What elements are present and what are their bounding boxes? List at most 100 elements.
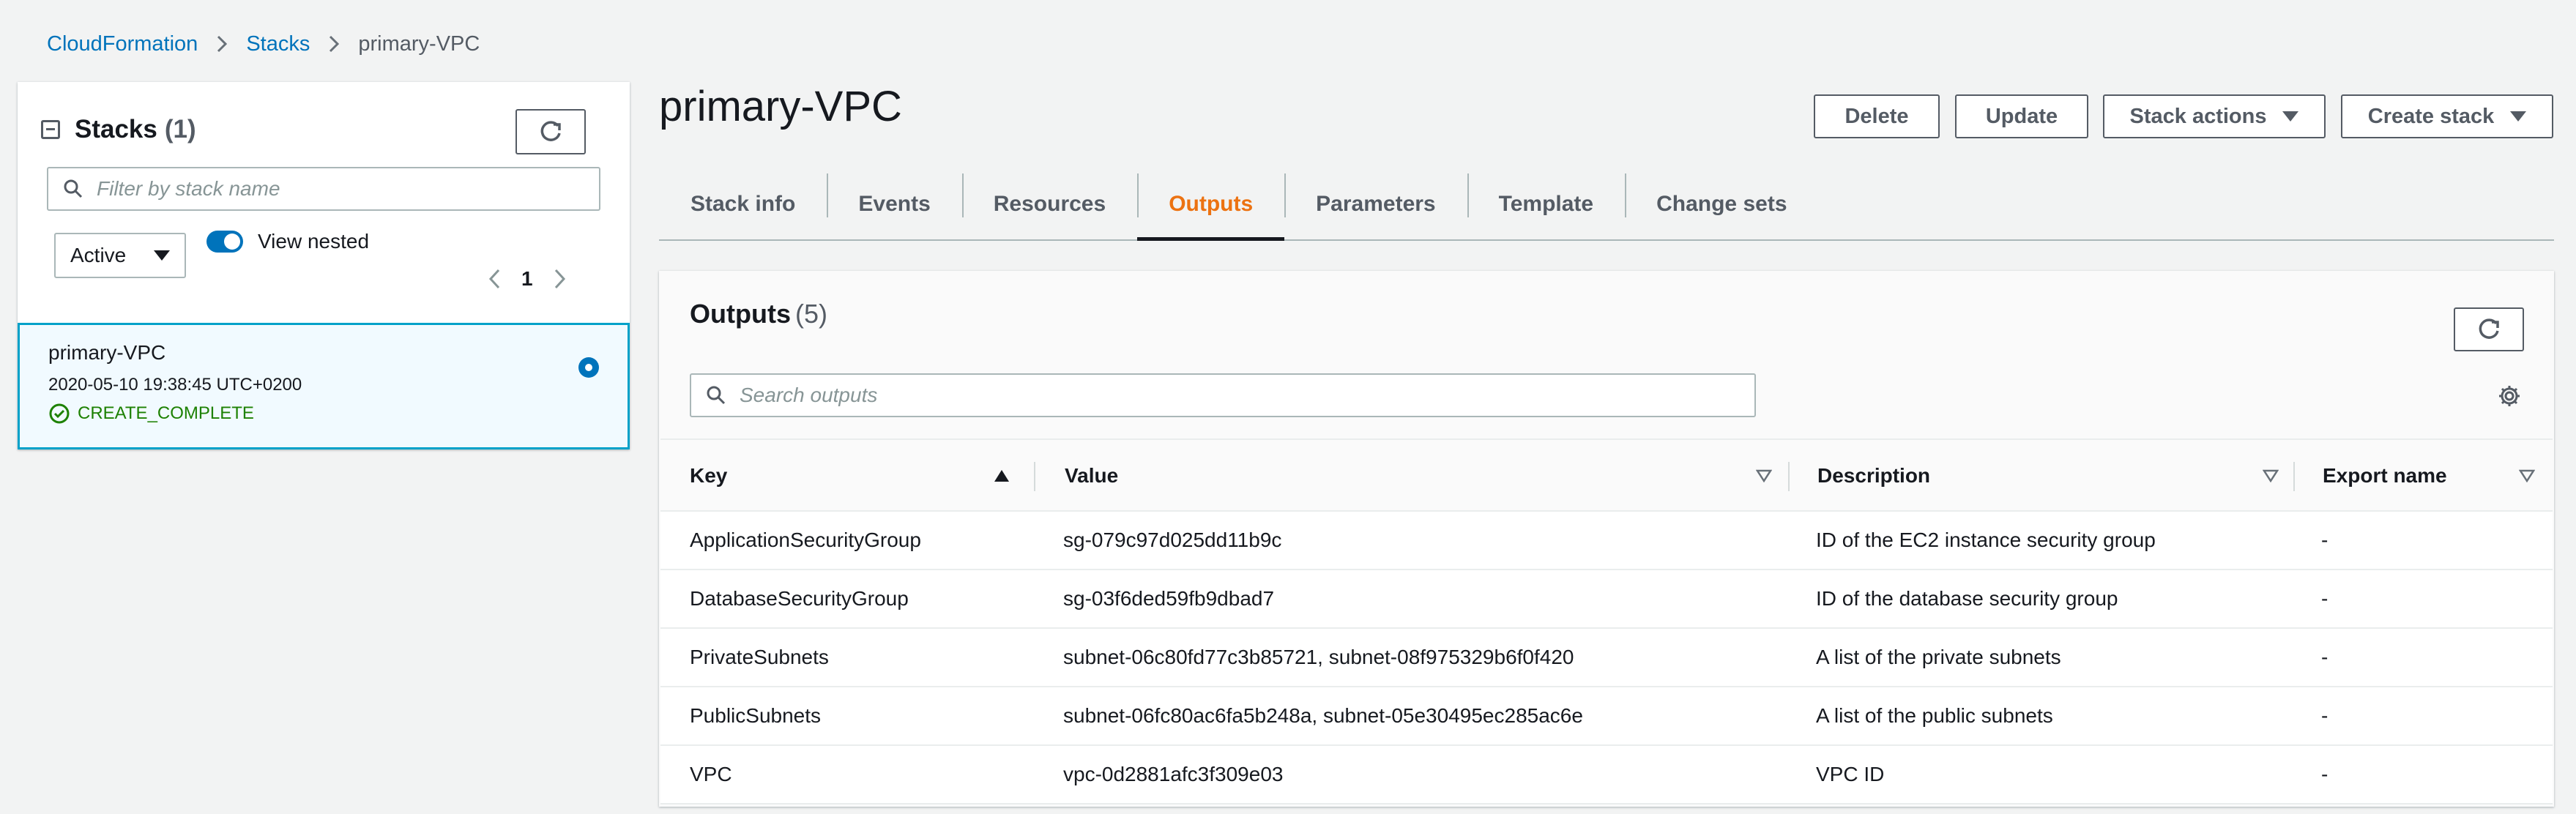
page-number[interactable]: 1 — [521, 267, 533, 291]
tab-outputs[interactable]: Outputs — [1137, 169, 1285, 241]
output-value: subnet-06c80fd77c3b85721, subnet-08f9753… — [1063, 646, 1574, 668]
column-divider — [1788, 462, 1790, 491]
create-stack-button[interactable]: Create stack — [2341, 94, 2553, 138]
chevron-left-icon — [488, 269, 500, 289]
output-export-name: - — [2321, 529, 2329, 551]
output-key: ApplicationSecurityGroup — [690, 529, 921, 551]
output-description: ID of the database security group — [1816, 587, 2118, 610]
tab-template[interactable]: Template — [1467, 169, 1625, 239]
table-row: PrivateSubnets subnet-06c80fd77c3b85721,… — [660, 629, 2553, 687]
breadcrumb-link-stacks[interactable]: Stacks — [246, 32, 310, 56]
column-header-description[interactable]: Description — [1817, 440, 2279, 512]
stack-filter-input[interactable] — [97, 177, 599, 201]
stacks-panel-header: Stacks (1) — [41, 111, 196, 148]
column-divider — [1034, 462, 1035, 491]
column-header-value[interactable]: Value — [1065, 440, 1772, 512]
output-key: DatabaseSecurityGroup — [690, 587, 909, 610]
breadcrumb: CloudFormation Stacks primary-VPC — [47, 29, 480, 59]
output-key: PublicSubnets — [690, 704, 822, 727]
output-description: A list of the public subnets — [1816, 704, 2053, 727]
output-key: VPC — [690, 763, 732, 785]
chevron-right-icon — [217, 35, 228, 53]
status-filter-value: Active — [70, 244, 127, 266]
table-row: VPC vpc-0d2881afc3f309e03 VPC ID - — [660, 746, 2553, 804]
sort-icon — [2519, 469, 2535, 482]
page-title: primary-VPC — [659, 83, 902, 130]
outputs-title: Outputs — [690, 299, 791, 329]
output-description: VPC ID — [1816, 763, 1885, 785]
stack-actions-button[interactable]: Stack actions — [2103, 94, 2326, 138]
tab-stack-info[interactable]: Stack info — [659, 169, 827, 239]
tab-events[interactable]: Events — [827, 169, 961, 239]
stack-status: CREATE_COMPLETE — [48, 403, 254, 425]
refresh-icon — [540, 121, 561, 141]
view-nested-toggle[interactable] — [206, 231, 243, 253]
sort-ascending-icon — [994, 470, 1009, 482]
stack-detail-tabs: Stack info Events Resources Outputs Para… — [659, 169, 2554, 241]
column-export-label: Export name — [2323, 464, 2447, 487]
tab-parameters[interactable]: Parameters — [1284, 169, 1467, 239]
status-filter-select[interactable]: Active — [54, 233, 186, 278]
update-button[interactable]: Update — [1955, 94, 2088, 138]
outputs-table-body: ApplicationSecurityGroup sg-079c97d025dd… — [660, 512, 2553, 804]
output-key: PrivateSubnets — [690, 646, 829, 668]
view-nested-label: View nested — [258, 230, 370, 253]
gear-icon — [2499, 386, 2520, 406]
output-description: ID of the EC2 instance security group — [1816, 529, 2156, 551]
sort-icon — [2263, 469, 2279, 482]
toggle-knob — [224, 234, 240, 250]
output-export-name: - — [2321, 763, 2329, 785]
breadcrumb-link-cloudformation[interactable]: CloudFormation — [47, 32, 198, 56]
outputs-count: (5) — [794, 299, 827, 329]
tab-change-sets[interactable]: Change sets — [1625, 169, 1818, 239]
stack-created-time: 2020-05-10 19:38:45 UTC+0200 — [48, 375, 302, 395]
outputs-search-field[interactable] — [690, 373, 1756, 417]
refresh-outputs-button[interactable] — [2454, 307, 2524, 351]
stack-actions-label: Stack actions — [2129, 104, 2267, 128]
table-row: PublicSubnets subnet-06fc80ac6fa5b248a, … — [660, 687, 2553, 746]
refresh-stacks-button[interactable] — [515, 109, 586, 154]
stack-status-text: CREATE_COMPLETE — [78, 403, 254, 423]
stack-select-radio[interactable] — [578, 357, 599, 378]
output-export-name: - — [2321, 646, 2329, 668]
table-row: DatabaseSecurityGroup sg-03f6ded59fb9dba… — [660, 570, 2553, 629]
outputs-search-input[interactable] — [740, 384, 1754, 407]
chevron-right-icon — [554, 269, 565, 289]
table-row: ApplicationSecurityGroup sg-079c97d025dd… — [660, 512, 2553, 570]
outputs-header: Outputs (5) — [690, 299, 827, 329]
output-description: A list of the private subnets — [1816, 646, 2061, 668]
column-header-key[interactable]: Key — [690, 440, 1009, 512]
chevron-right-icon — [329, 35, 340, 53]
output-value: sg-079c97d025dd11b9c — [1063, 529, 1282, 551]
caret-down-icon — [154, 250, 170, 261]
table-preferences-button[interactable] — [2497, 384, 2522, 408]
output-export-name: - — [2321, 587, 2329, 610]
refresh-icon — [2479, 318, 2499, 339]
check-circle-icon — [49, 403, 70, 424]
pagination: 1 — [488, 264, 567, 294]
next-page-button[interactable] — [554, 268, 567, 290]
output-value: sg-03f6ded59fb9dbad7 — [1063, 587, 1275, 610]
column-value-label: Value — [1065, 464, 1119, 487]
output-value: subnet-06fc80ac6fa5b248a, subnet-05e3049… — [1063, 704, 1583, 727]
column-header-export-name[interactable]: Export name — [2323, 440, 2535, 512]
outputs-table-header: Key Value Description Export name — [660, 438, 2553, 512]
search-icon — [64, 179, 83, 198]
stack-name: primary-VPC — [48, 341, 166, 364]
search-icon — [707, 386, 726, 405]
collapse-panel-icon[interactable] — [41, 120, 60, 139]
stacks-panel-title: Stacks — [75, 115, 157, 143]
column-description-label: Description — [1817, 464, 1931, 487]
create-stack-label: Create stack — [2367, 104, 2495, 128]
column-divider — [2293, 462, 2295, 491]
tab-resources[interactable]: Resources — [961, 169, 1137, 239]
stacks-count: (1) — [164, 115, 196, 143]
radio-dot — [585, 364, 592, 371]
previous-page-button[interactable] — [488, 268, 501, 290]
caret-down-icon — [2282, 111, 2299, 122]
column-key-label: Key — [690, 464, 728, 487]
caret-down-icon — [2510, 111, 2527, 122]
output-export-name: - — [2321, 704, 2329, 727]
stack-filter-field[interactable] — [47, 167, 600, 211]
delete-button[interactable]: Delete — [1814, 94, 1940, 138]
